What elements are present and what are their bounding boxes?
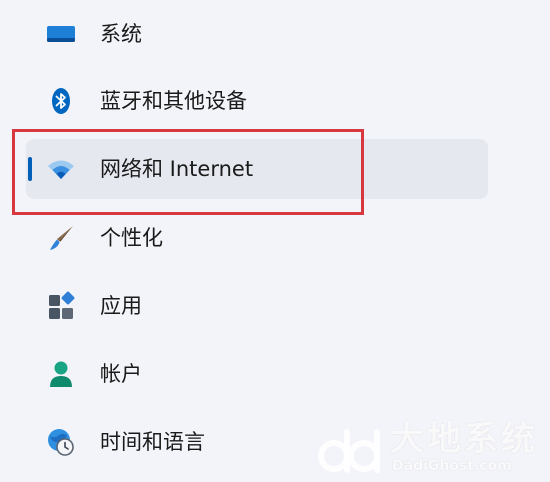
nav-item-bluetooth-devices[interactable]: 蓝牙和其他设备	[26, 71, 488, 131]
selection-indicator	[28, 157, 32, 181]
globe-clock-icon	[48, 429, 74, 456]
nav-item-label: 帐户	[100, 362, 142, 386]
nav-item-time-language[interactable]: 时间和语言	[26, 412, 488, 472]
nav-item-accounts[interactable]: 帐户	[26, 344, 488, 404]
nav-item-label: 蓝牙和其他设备	[100, 89, 247, 113]
nav-item-personalization[interactable]: 个性化	[26, 208, 488, 268]
nav-item-label: 时间和语言	[100, 430, 205, 454]
monitor-icon	[47, 26, 75, 42]
person-icon	[50, 361, 72, 387]
nav-item-label: 网络和 Internet	[100, 157, 254, 181]
nav-item-apps[interactable]: 应用	[26, 276, 488, 336]
paintbrush-icon	[50, 226, 73, 250]
bluetooth-icon	[52, 88, 70, 114]
nav-item-system[interactable]: 系统	[26, 4, 488, 64]
nav-item-network-internet[interactable]: 网络和 Internet	[26, 139, 488, 199]
apps-icon	[49, 291, 75, 319]
wifi-icon	[48, 160, 74, 179]
settings-nav: 系统 蓝牙和其他设备 网络和 Internet 个性化 应用 帐户 时间和语言	[0, 0, 550, 482]
nav-item-label: 应用	[100, 294, 142, 318]
nav-item-label: 个性化	[100, 226, 163, 250]
nav-item-label: 系统	[100, 22, 142, 46]
